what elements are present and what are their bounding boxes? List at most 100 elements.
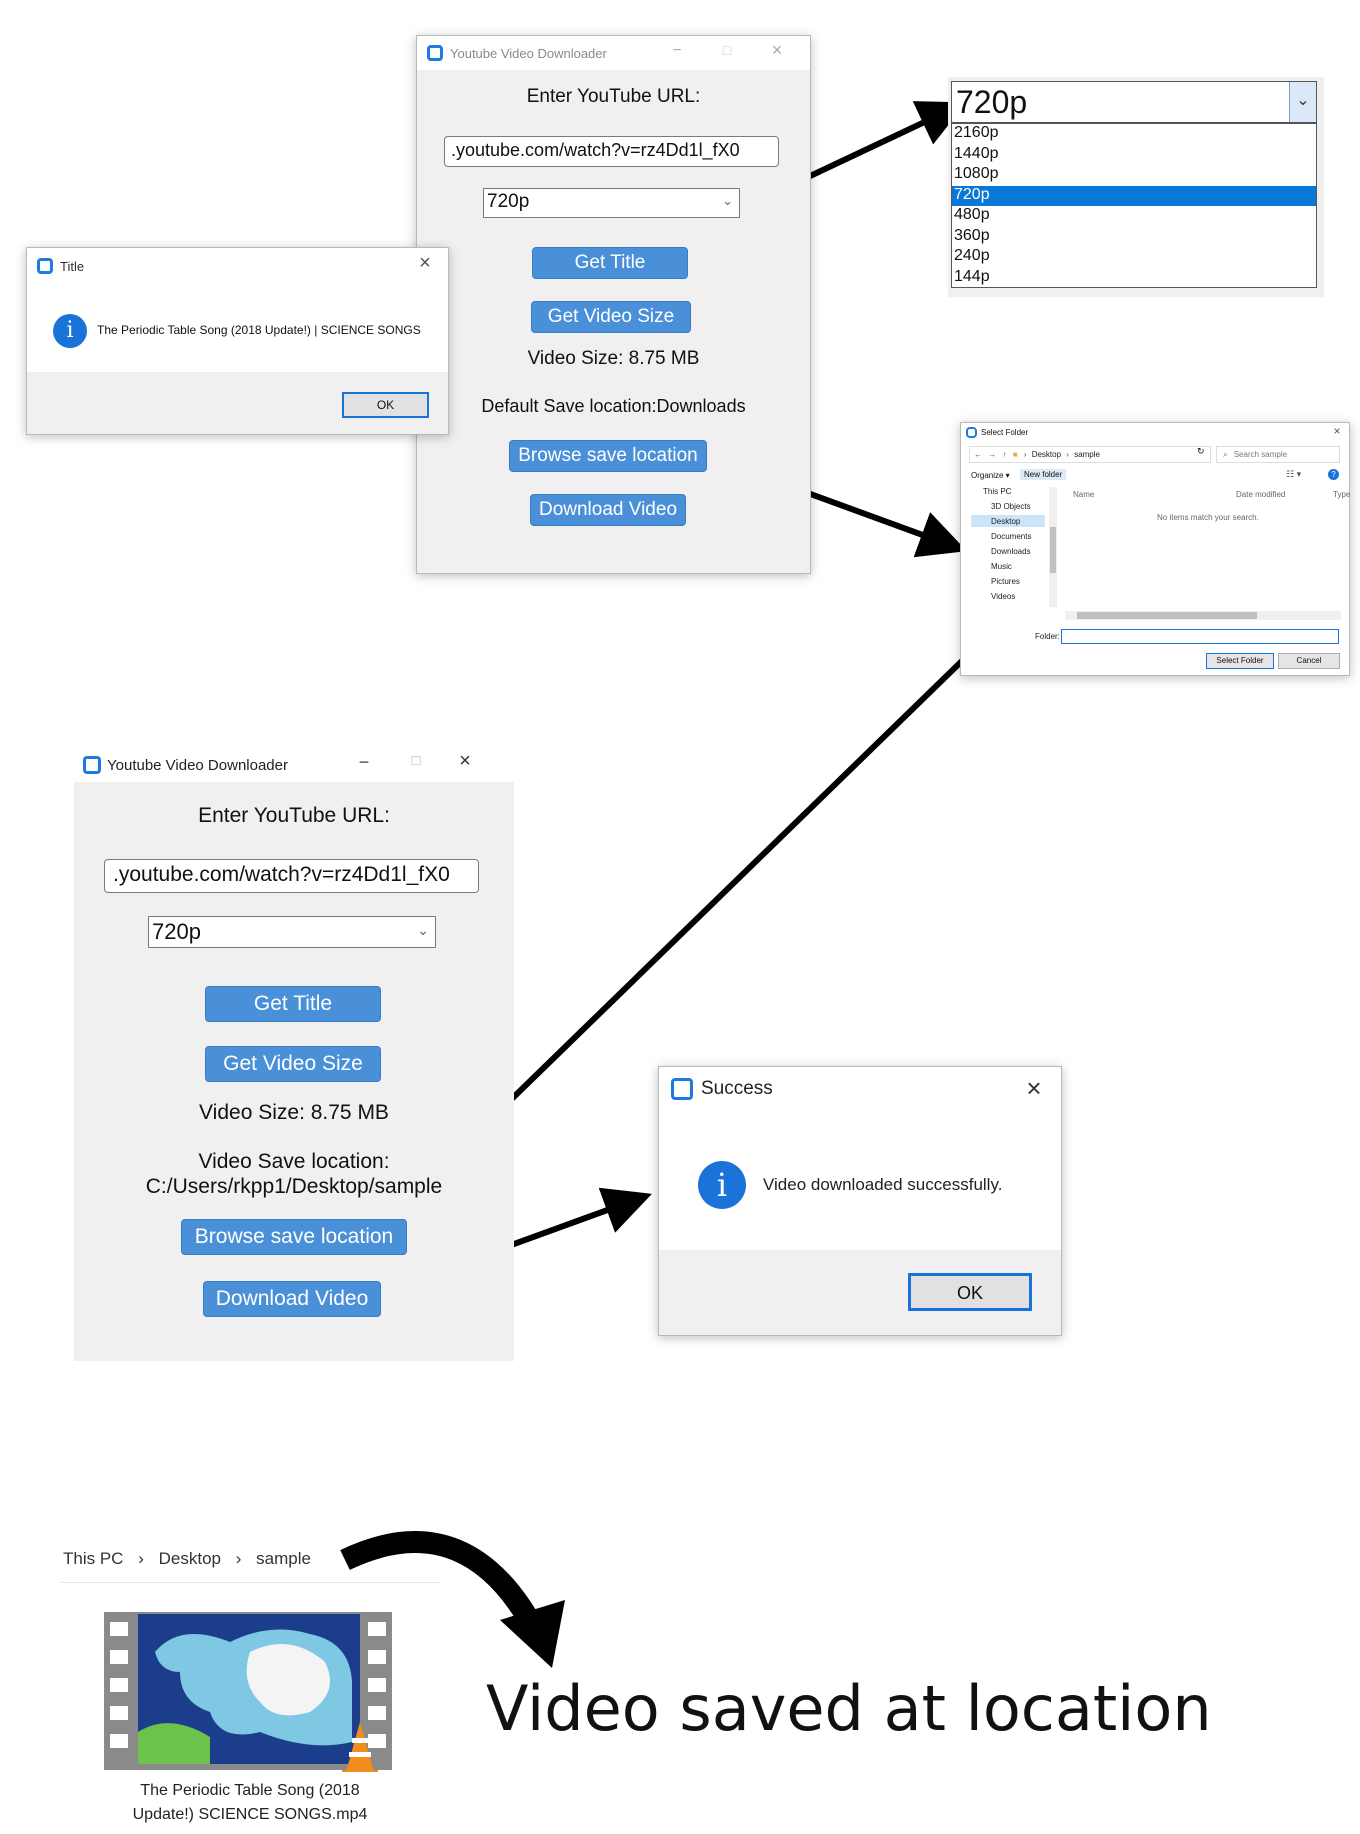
minimize-icon[interactable]: − bbox=[667, 42, 687, 60]
video-file-name: The Periodic Table Song (2018 Update!) S… bbox=[60, 1779, 440, 1827]
cancel-button[interactable]: Cancel bbox=[1278, 653, 1340, 669]
dialog-title: Title bbox=[60, 258, 85, 274]
caption: Video saved at location bbox=[486, 1672, 1212, 1745]
title-bar: Youtube Video Downloader − □ × bbox=[417, 36, 810, 70]
navigation-tree: This PC 3D Objects Desktop Documents Dow… bbox=[965, 487, 1059, 621]
quality-select-expanded[interactable]: 720p ⌄ bbox=[951, 81, 1317, 123]
folder-input[interactable] bbox=[1061, 629, 1339, 644]
tree-desktop[interactable]: Desktop bbox=[991, 517, 1020, 526]
refresh-icon[interactable]: ↻ bbox=[1197, 446, 1205, 457]
video-size-text: Video Size: 8.75 MB bbox=[527, 348, 700, 369]
help-icon[interactable]: ? bbox=[1328, 469, 1339, 480]
minimize-icon[interactable]: − bbox=[354, 752, 374, 773]
tree-pictures[interactable]: Pictures bbox=[991, 577, 1020, 586]
column-name[interactable]: Name bbox=[1073, 490, 1094, 499]
quality-option[interactable]: 2160p bbox=[952, 124, 1316, 145]
info-icon: i bbox=[53, 314, 87, 348]
get-title-button[interactable]: Get Title bbox=[205, 986, 381, 1022]
folder-icon: ■ bbox=[1012, 450, 1018, 459]
download-video-button[interactable]: Download Video bbox=[530, 494, 686, 526]
quality-options-list: 2160p 1440p 1080p 720p 480p 360p 240p 14… bbox=[951, 123, 1317, 288]
get-video-size-button[interactable]: Get Video Size bbox=[205, 1046, 381, 1082]
chevron-right-icon: › bbox=[138, 1549, 144, 1568]
address-bar[interactable]: ← → ↑ ■ › Desktop › sample bbox=[969, 446, 1211, 463]
url-input[interactable]: .youtube.com/watch?v=rz4Dd1l_fX0 bbox=[444, 136, 779, 167]
column-type[interactable]: Type bbox=[1333, 490, 1350, 499]
close-icon[interactable]: × bbox=[1021, 1073, 1047, 1104]
forward-icon[interactable]: → bbox=[988, 450, 996, 459]
up-icon[interactable]: ↑ bbox=[1002, 450, 1006, 459]
download-video-button[interactable]: Download Video bbox=[203, 1281, 381, 1317]
tree-music[interactable]: Music bbox=[991, 562, 1012, 571]
dialog-title: Select Folder bbox=[981, 428, 1029, 437]
tree-this-pc[interactable]: This PC bbox=[983, 487, 1011, 496]
new-folder-button[interactable]: New folder bbox=[1020, 469, 1067, 480]
tree-documents[interactable]: Documents bbox=[991, 532, 1031, 541]
app-window-final: Youtube Video Downloader − □ × Enter You… bbox=[74, 748, 514, 1361]
get-video-size-button[interactable]: Get Video Size bbox=[531, 301, 691, 333]
title-bar: Title × bbox=[27, 248, 448, 284]
chevron-down-icon: ⌄ bbox=[722, 193, 733, 208]
title-dialog: Title × i The Periodic Table Song (2018 … bbox=[26, 247, 449, 435]
quality-select[interactable]: 720p ⌄ bbox=[483, 188, 740, 218]
video-file-item[interactable]: The Periodic Table Song (2018 Update!) S… bbox=[60, 1592, 440, 1832]
back-icon[interactable]: ← bbox=[974, 450, 982, 459]
tree-downloads[interactable]: Downloads bbox=[991, 547, 1031, 556]
app-icon bbox=[37, 258, 53, 274]
ok-button[interactable]: OK bbox=[908, 1273, 1032, 1311]
info-icon: i bbox=[698, 1161, 746, 1209]
horizontal-scrollbar[interactable] bbox=[1065, 611, 1341, 620]
column-date-modified[interactable]: Date modified bbox=[1236, 490, 1285, 499]
breadcrumb-desktop[interactable]: Desktop bbox=[159, 1549, 221, 1568]
quality-value: 720p bbox=[152, 919, 201, 944]
tree-3d-objects[interactable]: 3D Objects bbox=[991, 502, 1031, 511]
quality-select[interactable]: 720p ⌄ bbox=[148, 916, 436, 948]
quality-option[interactable]: 1080p bbox=[952, 165, 1316, 186]
maximize-icon[interactable]: □ bbox=[717, 42, 737, 58]
breadcrumb-this-pc[interactable]: This PC bbox=[63, 1549, 123, 1568]
chevron-down-icon: ⌄ bbox=[1296, 92, 1310, 109]
browse-save-location-button[interactable]: Browse save location bbox=[509, 440, 707, 472]
view-options-icon[interactable]: ☷ ▾ bbox=[1286, 469, 1301, 480]
organize-menu[interactable]: Organize ▾ bbox=[971, 471, 1010, 480]
app-icon bbox=[83, 756, 101, 774]
folder-label: Folder: bbox=[1035, 632, 1060, 641]
url-prompt: Enter YouTube URL: bbox=[198, 804, 390, 827]
quality-selected: 720p bbox=[956, 84, 1028, 120]
close-icon[interactable]: × bbox=[415, 252, 435, 275]
video-file-thumbnail bbox=[104, 1612, 392, 1776]
quality-option[interactable]: 1440p bbox=[952, 145, 1316, 166]
browse-save-location-button[interactable]: Browse save location bbox=[181, 1219, 407, 1255]
app-icon bbox=[671, 1078, 693, 1100]
success-message: Video downloaded successfully. bbox=[763, 1175, 1003, 1194]
tree-videos[interactable]: Videos bbox=[991, 592, 1015, 601]
search-input[interactable]: ⌕ Search sample bbox=[1216, 446, 1340, 463]
chevron-right-icon: › bbox=[235, 1549, 242, 1568]
quality-option[interactable]: 240p bbox=[952, 247, 1316, 268]
get-title-button[interactable]: Get Title bbox=[532, 247, 688, 279]
app-icon bbox=[966, 427, 977, 438]
path-sample[interactable]: sample bbox=[1074, 450, 1100, 459]
tree-scrollbar[interactable] bbox=[1049, 487, 1057, 607]
url-prompt: Enter YouTube URL: bbox=[526, 86, 701, 107]
file-name-line-1: The Periodic Table Song (2018 bbox=[140, 1782, 360, 1799]
close-icon[interactable]: × bbox=[455, 750, 475, 773]
path-desktop[interactable]: Desktop bbox=[1032, 450, 1061, 459]
breadcrumb-sample[interactable]: sample bbox=[256, 1549, 311, 1568]
select-folder-button[interactable]: Select Folder bbox=[1206, 653, 1274, 669]
quality-option[interactable]: 480p bbox=[952, 206, 1316, 227]
url-input[interactable]: .youtube.com/watch?v=rz4Dd1l_fX0 bbox=[104, 859, 479, 893]
quality-option-selected[interactable]: 720p bbox=[952, 185, 1316, 206]
maximize-icon[interactable]: □ bbox=[406, 752, 426, 769]
empty-message: No items match your search. bbox=[1157, 513, 1259, 522]
dropdown-button[interactable]: ⌄ bbox=[1289, 82, 1316, 122]
close-icon[interactable]: × bbox=[767, 40, 787, 61]
quality-option[interactable]: 144p bbox=[952, 268, 1316, 289]
file-name-line-2: Update!) SCIENCE SONGS.mp4 bbox=[132, 1806, 368, 1823]
ok-button[interactable]: OK bbox=[342, 392, 429, 418]
default-save-text: Default Save location:Downloads bbox=[481, 396, 746, 416]
quality-option[interactable]: 360p bbox=[952, 227, 1316, 248]
explorer-breadcrumb: This PC › Desktop › sample bbox=[63, 1549, 311, 1569]
close-icon[interactable]: × bbox=[1331, 424, 1343, 438]
quality-value: 720p bbox=[487, 191, 530, 212]
